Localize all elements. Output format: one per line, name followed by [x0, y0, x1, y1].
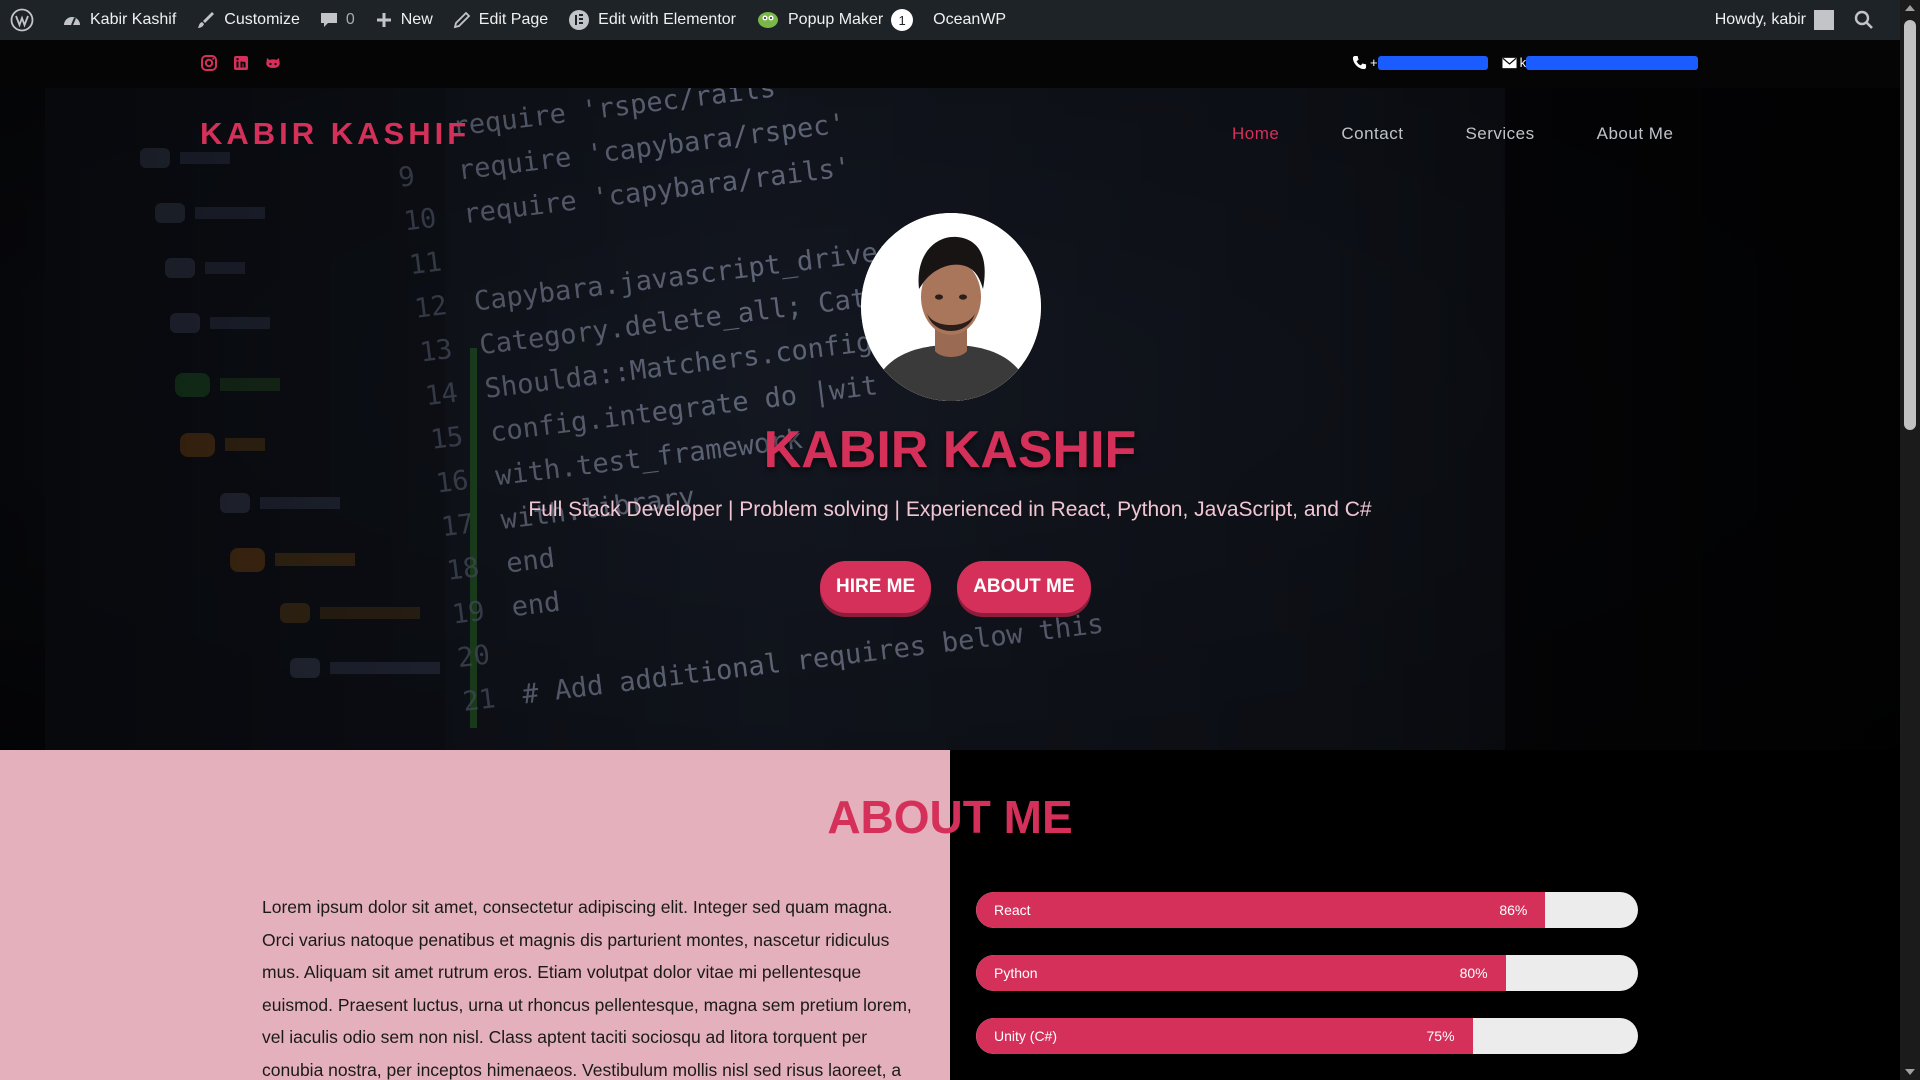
- howdy-label: Howdy, kabir: [1714, 11, 1806, 28]
- edit-elementor-link[interactable]: Edit with Elementor: [558, 0, 746, 40]
- plus-icon: [376, 13, 391, 27]
- hero-overlay: [0, 88, 1900, 750]
- wp-admin-bar: Kabir Kashif Customize 0 New Edit Page E…: [0, 0, 1900, 40]
- site-name-link[interactable]: Kabir Kashif: [52, 0, 186, 40]
- page: Kabir Kashif Customize 0 New Edit Page E…: [0, 0, 1900, 1080]
- scroll-thumb[interactable]: [1904, 20, 1916, 430]
- edit-page-label: Edit Page: [478, 11, 549, 28]
- site-logo[interactable]: KABIR KASHIF: [200, 116, 470, 152]
- skill-fill: [976, 955, 1506, 991]
- dashboard-icon: [64, 17, 80, 26]
- about-me-button[interactable]: ABOUT ME: [957, 561, 1091, 613]
- about-title: ABOUT ME: [827, 791, 1073, 843]
- top-bar: + k: [0, 40, 1900, 88]
- skill-name: Unity (C#): [994, 1028, 1058, 1044]
- social-links: [200, 54, 282, 72]
- hero-section: require 'rspec/rails'9require 'capybara/…: [0, 88, 1900, 750]
- customize-link[interactable]: Customize: [186, 0, 310, 40]
- my-account-link[interactable]: Howdy, kabir: [1705, 0, 1844, 40]
- nav-services[interactable]: Services: [1465, 124, 1534, 144]
- about-text: Lorem ipsum dolor sit amet, consectetur …: [262, 897, 912, 1080]
- new-label: New: [400, 11, 433, 28]
- skill-fill: [976, 892, 1546, 928]
- hire-me-button[interactable]: HIRE ME: [820, 561, 932, 613]
- profile-photo: [861, 213, 1041, 401]
- wp-logo-button[interactable]: [0, 0, 52, 40]
- phone-redacted: [1377, 55, 1488, 70]
- nav-contact[interactable]: Contact: [1341, 124, 1403, 144]
- popup-maker-icon: [758, 12, 778, 28]
- edit-elementor-label: Edit with Elementor: [598, 11, 736, 28]
- github-icon[interactable]: [264, 54, 282, 72]
- instagram-icon[interactable]: [200, 54, 218, 72]
- linkedin-icon[interactable]: [232, 54, 250, 72]
- skill-bar-unity: Unity (C#) 75%: [976, 1018, 1638, 1054]
- skill-percent: 80%: [1459, 965, 1488, 981]
- scroll-down-arrow[interactable]: [1905, 1069, 1915, 1075]
- admin-avatar: [1814, 10, 1834, 30]
- skill-bar-react: React 86%: [976, 892, 1638, 928]
- contact-info: + k: [1352, 55, 1699, 70]
- popup-maker-link[interactable]: Popup Maker 1: [746, 0, 923, 40]
- skills-list: React 86% Python 80% Unity (C#) 75%: [976, 892, 1638, 1080]
- admin-bar-right: Howdy, kabir: [1705, 0, 1900, 40]
- customize-label: Customize: [224, 11, 300, 28]
- wordpress-icon: [10, 8, 34, 32]
- phone-contact[interactable]: +: [1352, 55, 1488, 70]
- brush-icon: [198, 12, 215, 28]
- skill-percent: 75%: [1426, 1028, 1455, 1044]
- elementor-icon: [569, 10, 590, 30]
- skill-name: React: [994, 902, 1031, 918]
- page-scrollbar[interactable]: [1900, 0, 1920, 1080]
- new-content-link[interactable]: New: [365, 0, 443, 40]
- scroll-up-arrow[interactable]: [1905, 5, 1915, 11]
- search-icon: [1854, 10, 1873, 29]
- nav-home[interactable]: Home: [1232, 124, 1279, 144]
- skill-percent: 86%: [1499, 902, 1528, 918]
- nav-about-me[interactable]: About Me: [1597, 124, 1674, 144]
- popup-count-badge: 1: [891, 9, 914, 31]
- phone-icon: [1352, 55, 1367, 70]
- popup-maker-label: Popup Maker: [788, 11, 884, 28]
- skill-bar-python: Python 80%: [976, 955, 1638, 991]
- hero-buttons: HIRE ME ABOUT ME: [820, 561, 1091, 613]
- admin-search-button[interactable]: [1844, 0, 1900, 40]
- comments-link[interactable]: 0: [310, 0, 365, 40]
- comment-icon: [320, 13, 337, 27]
- hero-title: KABIR KASHIF: [763, 421, 1137, 479]
- oceanwp-label: OceanWP: [933, 11, 1007, 28]
- edit-page-link[interactable]: Edit Page: [443, 0, 558, 40]
- email-contact[interactable]: k: [1502, 55, 1699, 70]
- hero-subtitle: Full Stack Developer | Problem solving |…: [528, 498, 1372, 521]
- phone-prefix: +: [1370, 55, 1378, 70]
- comments-count: 0: [345, 11, 355, 28]
- site-name-label: Kabir Kashif: [90, 11, 177, 28]
- envelope-icon: [1502, 57, 1517, 68]
- oceanwp-link[interactable]: OceanWP: [923, 0, 1016, 40]
- main-nav: Home Contact Services About Me: [1232, 124, 1673, 144]
- pencil-icon: [453, 11, 471, 29]
- email-redacted: [1526, 55, 1699, 70]
- skill-name: Python: [994, 965, 1038, 981]
